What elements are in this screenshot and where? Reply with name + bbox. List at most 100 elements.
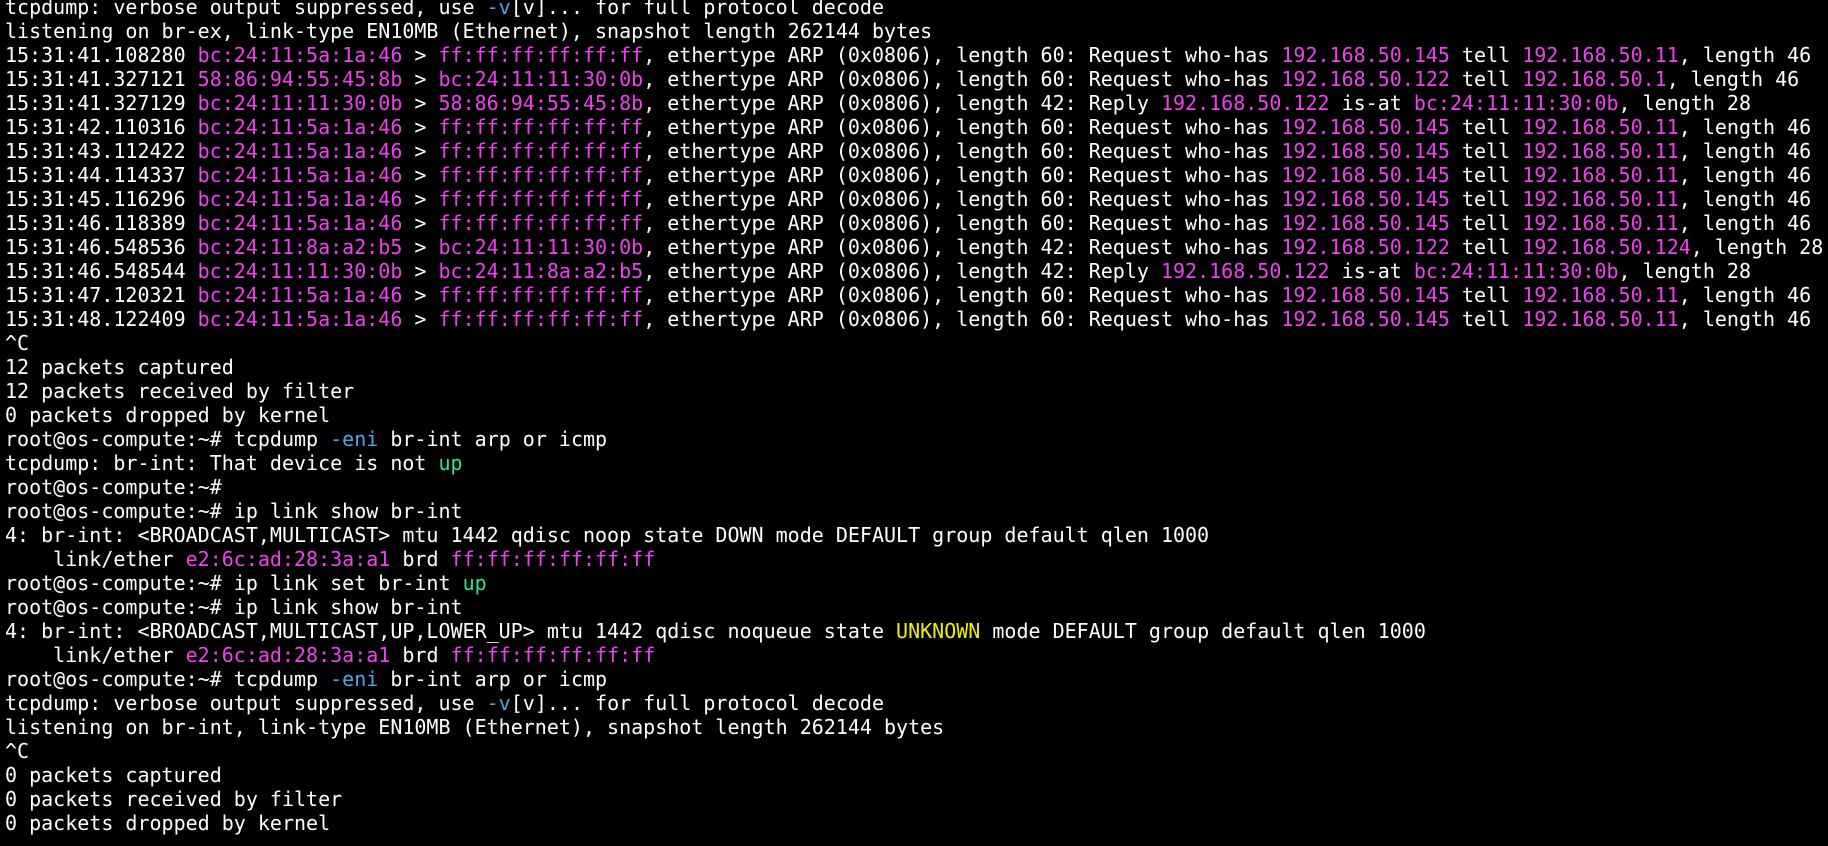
terminal-text-segment: , length 46 [1678,307,1812,331]
terminal-line: root@os-compute:~# ip link set br-int up [5,571,1823,595]
terminal-text-segment: > [402,259,439,283]
terminal-text-segment: ff:ff:ff:ff:ff:ff [438,43,644,67]
terminal-text-segment: , length 28 [1690,235,1824,259]
terminal-text-segment: 0 packets dropped by kernel [5,403,331,427]
terminal-line: 15:31:41.327121 58:86:94:55:45:8b > bc:2… [5,67,1823,91]
terminal-text-segment: 192.168.50.122 [1160,259,1330,283]
terminal-line: 15:31:46.548536 bc:24:11:8a:a2:b5 > bc:2… [5,235,1823,259]
terminal-text-segment: , length 46 [1678,187,1812,211]
terminal-text-segment: ff:ff:ff:ff:ff:ff [450,643,656,667]
terminal-text-segment: 15:31:41.327121 [5,67,198,91]
terminal-text-segment: link/ether [5,547,186,571]
terminal-text-segment: , length 46 [1678,115,1812,139]
terminal-text-segment: , length 28 [1618,91,1751,115]
terminal-text-segment: tell [1449,307,1523,331]
terminal-text-segment: 15:31:42.110316 [5,115,198,139]
terminal-text-segment: is-at [1329,259,1414,283]
terminal-text-segment: ^C [5,331,30,355]
terminal-text-segment: listening on br-ex, link-type EN10MB (Et… [5,19,933,43]
terminal-text-segment: ff:ff:ff:ff:ff:ff [438,211,644,235]
terminal-text-segment: 4: br-int: <BROADCAST,MULTICAST> mtu 144… [5,523,1210,547]
terminal-line: 15:31:45.116296 bc:24:11:5a:1a:46 > ff:f… [5,187,1823,211]
terminal-text-segment: mode DEFAULT group default qlen 1000 [980,619,1426,643]
terminal-line: root@os-compute:~# ip link show br-int [5,499,1823,523]
terminal-text-segment: bc:24:11:8a:a2:b5 [197,235,403,259]
terminal-line: root@os-compute:~# tcpdump -eni br-int a… [5,427,1823,451]
terminal-text-segment: > [402,139,439,163]
terminal-text-segment: 0 packets dropped by kernel [5,811,331,835]
terminal-line: 0 packets received by filter [5,787,1823,811]
terminal-line: listening on br-int, link-type EN10MB (E… [5,715,1823,739]
terminal-text-segment: > [402,283,439,307]
terminal-line: tcpdump: verbose output suppressed, use … [5,691,1823,715]
terminal-text-segment: 15:31:41.327129 [5,91,198,115]
terminal-text-segment: bc:24:11:5a:1a:46 [197,307,403,331]
terminal-text-segment: > [402,67,439,91]
terminal-line: root@os-compute:~# [5,475,1823,499]
terminal-line: 4: br-int: <BROADCAST,MULTICAST> mtu 144… [5,523,1823,547]
terminal-line: 0 packets captured [5,763,1823,787]
terminal-line: 15:31:43.112422 bc:24:11:5a:1a:46 > ff:f… [5,139,1823,163]
terminal-text-segment: > [402,91,439,115]
terminal-line: 15:31:46.118389 bc:24:11:5a:1a:46 > ff:f… [5,211,1823,235]
terminal-text-segment: ff:ff:ff:ff:ff:ff [438,115,644,139]
terminal-text-segment: UNKNOWN [896,619,981,643]
terminal-text-segment: 192.168.50.11 [1522,283,1679,307]
terminal-line: root@os-compute:~# tcpdump -eni br-int a… [5,667,1823,691]
terminal-text-segment: bc:24:11:5a:1a:46 [197,163,403,187]
terminal-text-segment: ff:ff:ff:ff:ff:ff [438,163,644,187]
terminal-line: 0 packets dropped by kernel [5,403,1823,427]
terminal-text-segment: tell [1449,43,1523,67]
terminal-line: ^C [5,739,1823,763]
terminal-text-segment: tell [1449,283,1523,307]
terminal-text-segment: > [402,163,439,187]
terminal-output: tcpdump: verbose output suppressed, use … [5,0,1823,835]
terminal-text-segment: , ethertype ARP (0x0806), length 42: Req… [643,235,1282,259]
terminal-text-segment: 192.168.50.145 [1281,307,1450,331]
terminal-text-segment: 15:31:47.120321 [5,283,198,307]
terminal-text-segment: tcpdump: verbose output suppressed, use [5,691,487,715]
terminal-text-segment: 15:31:43.112422 [5,139,198,163]
terminal-text-segment: ff:ff:ff:ff:ff:ff [438,307,644,331]
terminal-line: 4: br-int: <BROADCAST,MULTICAST,UP,LOWER… [5,619,1823,643]
terminal-text-segment: , ethertype ARP (0x0806), length 60: Req… [643,163,1282,187]
terminal-text-segment: 4: br-int: <BROADCAST,MULTICAST,UP,LOWER… [5,619,897,643]
terminal-text-segment: 58:86:94:55:45:8b [197,67,403,91]
terminal-text-segment: brd [390,547,451,571]
terminal-text-segment: , ethertype ARP (0x0806), length 60: Req… [643,211,1282,235]
terminal-text-segment: bc:24:11:11:30:0b [197,259,403,283]
terminal-text-segment: bc:24:11:11:30:0b [197,91,403,115]
terminal-text-segment: root@os-compute:~# ip link show br-int [5,595,463,619]
terminal-text-segment: 192.168.50.122 [1160,91,1330,115]
terminal-text-segment: bc:24:11:8a:a2:b5 [438,259,644,283]
terminal-line: link/ether e2:6c:ad:28:3a:a1 brd ff:ff:f… [5,643,1823,667]
terminal-text-segment: 58:86:94:55:45:8b [438,91,644,115]
terminal-text-segment: > [402,235,439,259]
terminal-text-segment: 15:31:45.116296 [5,187,198,211]
terminal-text-segment: , length 46 [1678,139,1812,163]
terminal-text-segment: , length 46 [1678,211,1812,235]
terminal-text-segment: , ethertype ARP (0x0806), length 42: Rep… [643,91,1161,115]
terminal-line: 15:31:48.122409 bc:24:11:5a:1a:46 > ff:f… [5,307,1823,331]
terminal-text-segment: , length 28 [1618,259,1751,283]
terminal-text-segment: , ethertype ARP (0x0806), length 60: Req… [643,43,1282,67]
terminal-text-segment: bc:24:11:5a:1a:46 [197,43,403,67]
terminal-text-segment: 15:31:46.548536 [5,235,198,259]
terminal-line: 15:31:46.548544 bc:24:11:11:30:0b > bc:2… [5,259,1823,283]
terminal-text-segment: , length 46 [1678,43,1812,67]
terminal-text-segment: 192.168.50.11 [1522,139,1679,163]
terminal-window[interactable]: tcpdump: verbose output suppressed, use … [0,0,1828,846]
terminal-text-segment: , ethertype ARP (0x0806), length 60: Req… [643,187,1282,211]
terminal-text-segment: bc:24:11:5a:1a:46 [197,115,403,139]
terminal-line: root@os-compute:~# ip link show br-int [5,595,1823,619]
terminal-text-segment: root@os-compute:~# [5,475,222,499]
terminal-text-segment: bc:24:11:11:30:0b [438,67,644,91]
terminal-text-segment: 15:31:48.122409 [5,307,198,331]
terminal-text-segment: , ethertype ARP (0x0806), length 60: Req… [643,283,1282,307]
terminal-text-segment: tell [1449,235,1523,259]
terminal-text-segment: tcpdump: verbose output suppressed, use [5,0,487,19]
terminal-line: tcpdump: verbose output suppressed, use … [5,0,1823,19]
terminal-line: link/ether e2:6c:ad:28:3a:a1 brd ff:ff:f… [5,547,1823,571]
terminal-text-segment: tcpdump: br-int: That device is not [5,451,439,475]
terminal-text-segment: root@os-compute:~# ip link set br-int [5,571,463,595]
